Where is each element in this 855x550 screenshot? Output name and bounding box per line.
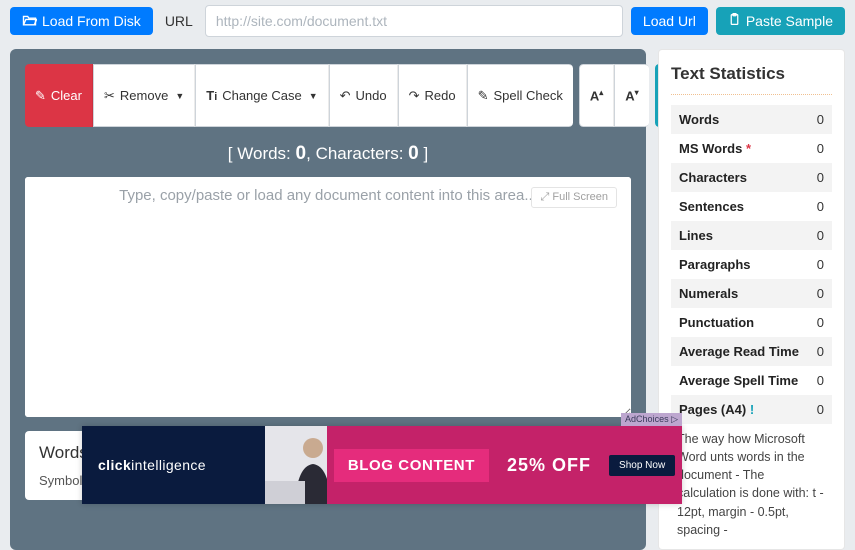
stat-row: MS Words * 0 (671, 134, 832, 163)
load-from-disk-label: Load From Disk (42, 13, 141, 29)
caret-down-icon: ▼ (175, 91, 184, 101)
stat-label: Average Spell Time (679, 373, 798, 388)
stat-label: Pages (A4) ! (679, 402, 754, 417)
info-icon: ! (746, 402, 754, 417)
stat-value: 0 (817, 286, 824, 301)
url-input[interactable] (205, 5, 623, 37)
stats-rows: Words0MS Words *0Characters0Sentences0Li… (671, 105, 832, 424)
ad-right: AdChoices ▷ BLOG CONTENT 25% OFF Shop No… (327, 426, 682, 504)
stat-row: Average Spell Time 0 (671, 366, 832, 395)
top-bar: Load From Disk URL Load Url Paste Sample (0, 0, 855, 49)
edit-group: ✎ Clear ✂ Remove ▼ Ti Change Case ▼ ↶ (25, 64, 573, 127)
stat-row: Words 0 (671, 105, 832, 134)
stat-row: Average Read Time 0 (671, 337, 832, 366)
stat-label: Punctuation (679, 315, 754, 330)
stat-value: 0 (817, 344, 824, 359)
spell-check-icon: ✎ (478, 88, 489, 104)
stat-row: Lines 0 (671, 221, 832, 250)
ad-shop-button[interactable]: Shop Now (609, 455, 675, 476)
stat-row: Pages (A4) ! 0 (671, 395, 832, 424)
stat-label: Characters (679, 170, 747, 185)
stat-label: Lines (679, 228, 713, 243)
stat-value: 0 (817, 228, 824, 243)
url-label: URL (161, 13, 197, 29)
undo-button[interactable]: ↶ Undo (329, 64, 398, 127)
editor-textarea[interactable] (25, 177, 631, 417)
font-increase-button[interactable]: A▴ (579, 64, 614, 127)
star-icon: * (742, 141, 751, 156)
redo-button[interactable]: ↷ Redo (398, 64, 467, 127)
folder-open-icon (22, 13, 37, 29)
stats-title: Text Statistics (671, 64, 832, 95)
stat-value: 0 (817, 112, 824, 127)
load-from-disk-button[interactable]: Load From Disk (10, 7, 153, 35)
ad-headline: BLOG CONTENT (334, 449, 489, 482)
stat-label: Average Read Time (679, 344, 799, 359)
stat-row: Paragraphs 0 (671, 250, 832, 279)
counter-line: [ Words: 0, Characters: 0 ] (25, 143, 631, 165)
clear-button[interactable]: ✎ Clear (25, 64, 93, 127)
chars-count: 0 (408, 143, 419, 164)
expand-icon: ⤢ (540, 191, 549, 204)
eraser-icon: ✎ (35, 88, 46, 104)
stat-value: 0 (817, 141, 824, 156)
stat-label: Paragraphs (679, 257, 751, 272)
stats-note: The way how Microsoft Word unts words in… (671, 424, 832, 539)
paste-sample-label: Paste Sample (746, 13, 833, 29)
stats-panel: Text Statistics Words0MS Words *0Charact… (658, 49, 845, 550)
spell-check-button[interactable]: ✎ Spell Check (467, 64, 573, 127)
change-case-dropdown[interactable]: Ti Change Case ▼ (195, 64, 328, 127)
paste-icon (728, 13, 741, 29)
stat-value: 0 (817, 199, 824, 214)
stat-label: Numerals (679, 286, 738, 301)
stat-row: Numerals 0 (671, 279, 832, 308)
scissors-icon: ✂ (104, 88, 115, 104)
stat-row: Sentences 0 (671, 192, 832, 221)
stat-row: Characters 0 (671, 163, 832, 192)
ad-banner[interactable]: clickintelligence AdChoices ▷ BLOG CONTE… (82, 426, 682, 504)
stat-label: Words (679, 112, 719, 127)
font-increase-icon: A▴ (590, 88, 603, 103)
stat-value: 0 (817, 170, 824, 185)
load-url-button[interactable]: Load Url (631, 7, 708, 35)
toolbar: ✎ Clear ✂ Remove ▼ Ti Change Case ▼ ↶ (25, 64, 631, 127)
stat-value: 0 (817, 402, 824, 417)
paste-sample-button[interactable]: Paste Sample (716, 7, 845, 35)
stat-value: 0 (817, 257, 824, 272)
remove-dropdown[interactable]: ✂ Remove ▼ (93, 64, 195, 127)
fullscreen-button[interactable]: ⤢ Full Screen (531, 187, 617, 208)
ad-brand: clickintelligence (82, 457, 206, 473)
font-decrease-icon: A▾ (625, 88, 638, 103)
text-case-icon: Ti (206, 88, 217, 103)
font-size-group: A▴ A▾ (579, 64, 649, 127)
undo-icon: ↶ (340, 88, 351, 104)
stat-label: MS Words * (679, 141, 751, 156)
ad-discount: 25% OFF (507, 455, 591, 476)
stat-value: 0 (817, 373, 824, 388)
stat-value: 0 (817, 315, 824, 330)
editor-box: ⤢ Full Screen (25, 177, 631, 417)
caret-down-icon: ▼ (309, 91, 318, 101)
adchoices-badge[interactable]: AdChoices ▷ (621, 413, 682, 426)
stat-label: Sentences (679, 199, 744, 214)
ad-left: clickintelligence (82, 426, 327, 504)
words-count: 0 (296, 143, 307, 164)
font-decrease-button[interactable]: A▾ (614, 64, 648, 127)
stat-row: Punctuation 0 (671, 308, 832, 337)
redo-icon: ↷ (409, 88, 420, 104)
